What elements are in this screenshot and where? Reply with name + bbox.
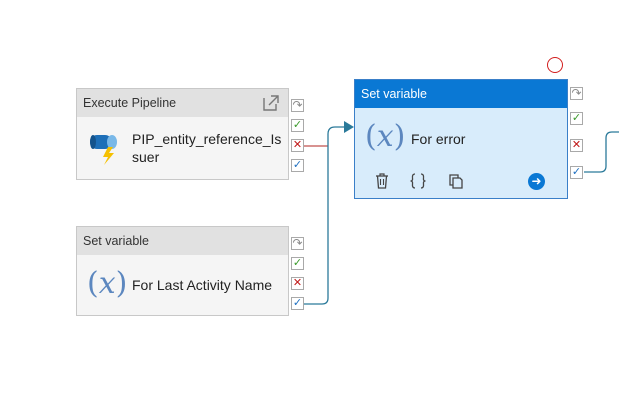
connector-layer	[304, 121, 619, 305]
braces-icon[interactable]	[409, 172, 427, 190]
pipeline-canvas[interactable]: Execute Pipeline PIP_entity_reference_Is…	[0, 0, 619, 410]
success-port[interactable]: ✓	[570, 112, 583, 125]
completion-port[interactable]: ✓	[570, 166, 583, 179]
variable-icon: (x)	[365, 119, 406, 154]
success-port[interactable]: ✓	[291, 257, 304, 270]
activity-type-text: Set variable	[361, 87, 428, 101]
set-variable-for-error-ports: ↷ ✓ ✕ ✓	[570, 87, 583, 179]
trash-icon[interactable]	[373, 172, 391, 190]
activity-name: PIP_entity_reference_Is suer	[132, 130, 282, 166]
activity-type-text: Execute Pipeline	[83, 96, 177, 110]
activity-name: For error	[411, 131, 466, 147]
activity-type-text: Set variable	[83, 234, 150, 248]
activity-type-label: Execute Pipeline	[77, 89, 288, 117]
success-port[interactable]: ✓	[291, 119, 304, 132]
failure-port[interactable]: ✕	[291, 277, 304, 290]
completion-port[interactable]: ✓	[291, 159, 304, 172]
set-variable-last-activity-ports: ↷ ✓ ✕ ✓	[291, 237, 304, 313]
failure-port[interactable]: ✕	[570, 139, 583, 152]
execute-pipeline-icon	[90, 135, 117, 165]
activity-name: For Last Activity Name	[132, 277, 273, 293]
copy-icon[interactable]	[447, 172, 465, 190]
connector-arrowhead	[344, 121, 354, 133]
completion-connector	[304, 126, 344, 305]
outgoing-connector	[584, 131, 619, 173]
validation-alert-icon[interactable]	[547, 57, 563, 73]
skip-port[interactable]: ↷	[570, 87, 583, 100]
failure-port[interactable]: ✕	[291, 139, 304, 152]
completion-port[interactable]: ✓	[291, 297, 304, 310]
activity-type-label: Set variable	[355, 80, 567, 108]
skip-port[interactable]: ↷	[291, 99, 304, 112]
skip-port[interactable]: ↷	[291, 237, 304, 250]
set-variable-last-activity[interactable]: Set variable (x) For Last Activity Name	[76, 226, 289, 316]
arrow-right-circle-icon[interactable]: ➜	[528, 173, 545, 190]
set-variable-for-error[interactable]: Set variable (x) For error ➜	[354, 79, 568, 199]
execute-pipeline-ports: ↷ ✓ ✕ ✓	[291, 99, 304, 175]
activity-name-line-2: suer	[132, 149, 160, 165]
variable-glyph: x	[98, 266, 116, 301]
execute-pipeline-activity[interactable]: Execute Pipeline PIP_entity_reference_Is…	[76, 88, 289, 180]
variable-icon: (x)	[87, 266, 128, 301]
variable-glyph: x	[376, 119, 394, 154]
activity-name-line-1: PIP_entity_reference_Is	[132, 131, 282, 147]
activity-type-label: Set variable	[77, 227, 288, 255]
open-external-icon[interactable]	[262, 94, 280, 112]
